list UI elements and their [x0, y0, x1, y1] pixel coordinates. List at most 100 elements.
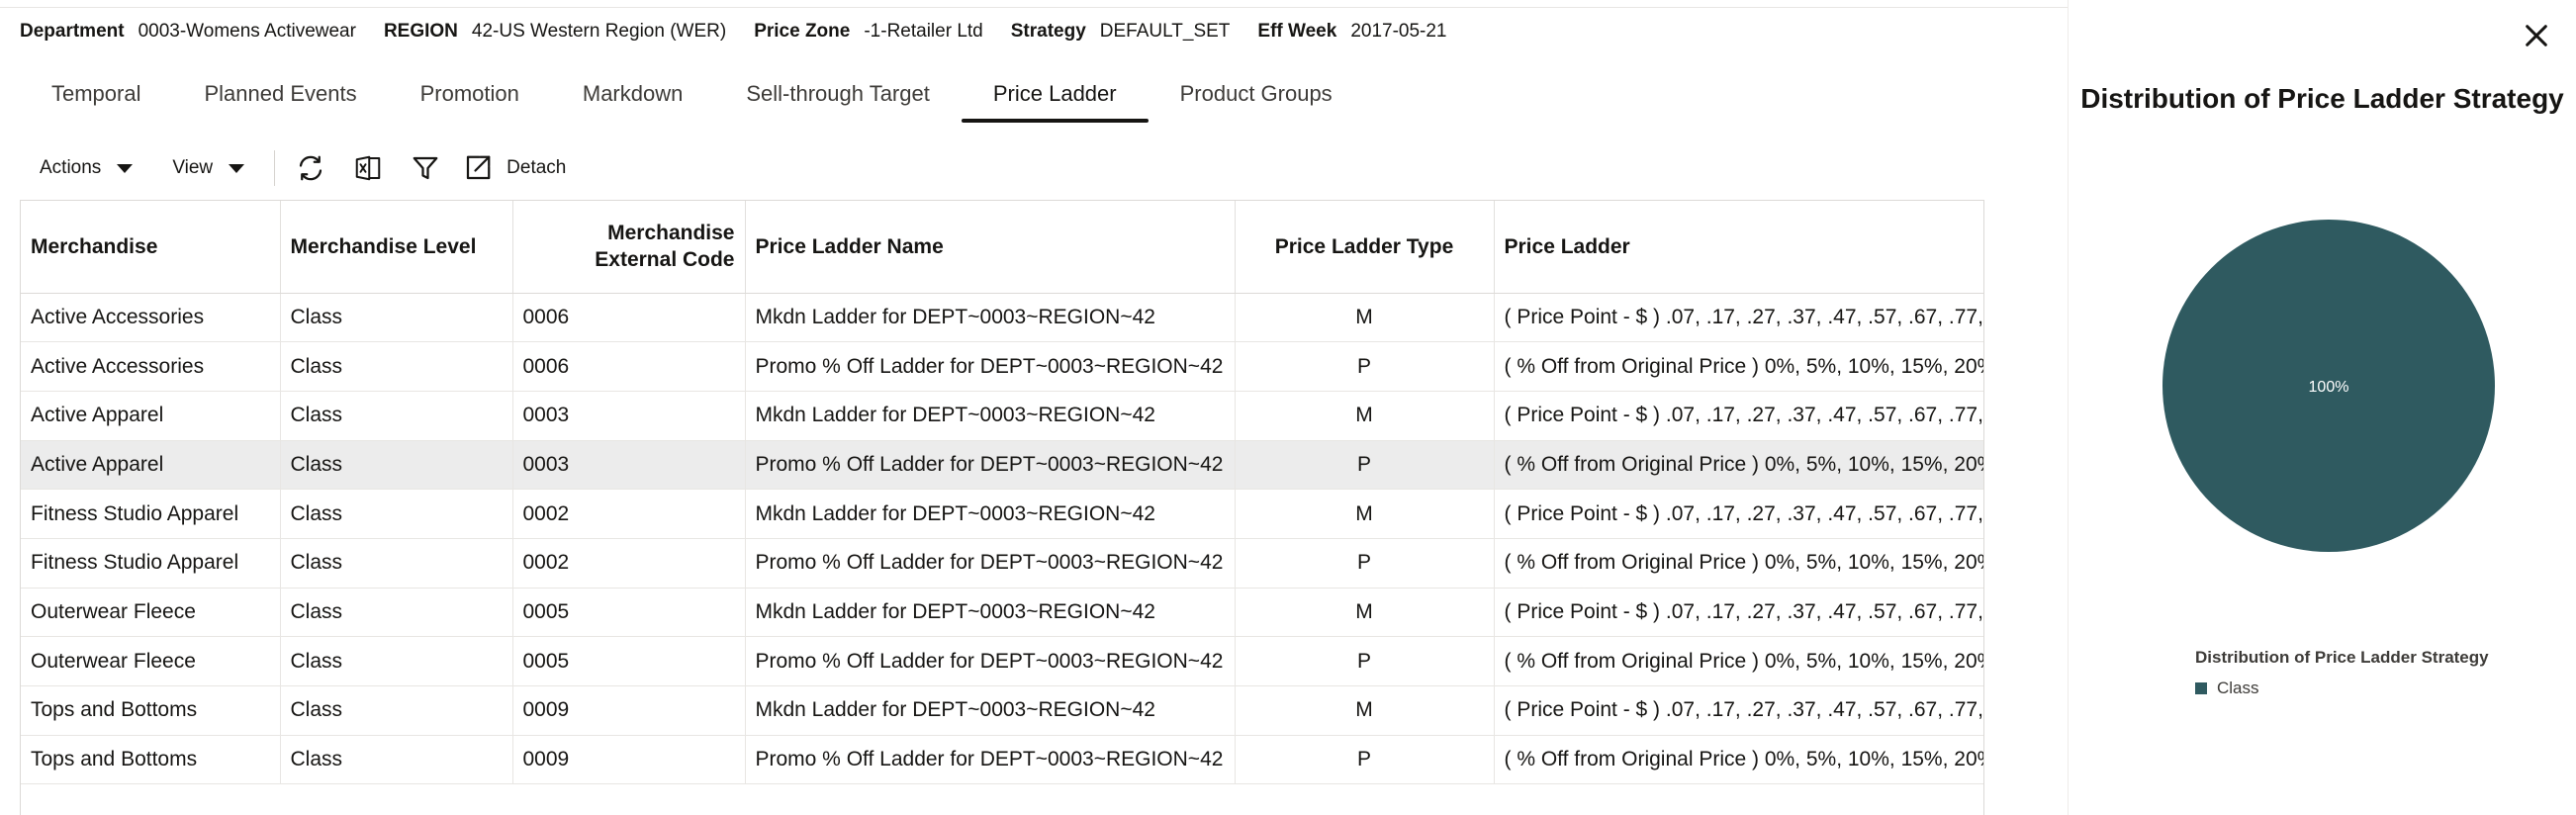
cell-merchandise-level: Class	[280, 489, 513, 539]
table-row[interactable]: Active Accessories Class 0006 Mkdn Ladder f…	[21, 293, 1983, 343]
table-row[interactable]: Active Apparel Class 0003 Mkdn Ladder for D…	[21, 391, 1983, 441]
cell-external-code: 0005	[512, 636, 746, 686]
cell-price-ladder-name: Mkdn Ladder for DEPT~0003~REGION~42	[745, 489, 1236, 539]
cell-price-ladder-type: P	[1235, 735, 1495, 785]
column-header-merchandise[interactable]: Merchandise	[21, 201, 281, 294]
cell-merchandise: Outerwear Fleece	[21, 588, 281, 638]
detach-button[interactable]: Detach	[463, 153, 566, 183]
toolbar-divider	[274, 150, 276, 186]
cell-price-ladder: ( % Off from Original Price ) 0%, 5%, 10…	[1494, 440, 1983, 491]
cell-price-ladder-name: Promo % Off Ladder for DEPT~0003~REGION~…	[745, 440, 1236, 491]
detach-label: Detach	[506, 157, 567, 178]
header-divider	[0, 0, 2068, 8]
legend-item[interactable]: Class	[2195, 679, 2259, 698]
cell-merchandise: Fitness Studio Apparel	[21, 489, 281, 539]
context-label-price-zone: Price Zone	[754, 21, 851, 42]
tab-planned-events[interactable]: Planned Events	[172, 69, 388, 123]
cell-price-ladder-type: M	[1235, 391, 1495, 441]
actions-menu-button[interactable]: Actions	[20, 146, 152, 190]
view-menu-button[interactable]: View	[152, 146, 264, 190]
context-value-eff-week: 2017-05-21	[1350, 21, 1447, 42]
column-header-merchandise-level[interactable]: Merchandise Level	[280, 201, 513, 294]
close-icon[interactable]	[2521, 20, 2552, 51]
tab-promotion[interactable]: Promotion	[389, 69, 551, 123]
table-row[interactable]: Fitness Studio Apparel Class 0002 Promo % O…	[21, 538, 1983, 589]
tab-temporal[interactable]: Temporal	[20, 69, 172, 123]
cell-price-ladder-type: P	[1235, 538, 1495, 589]
cell-external-code: 0009	[512, 685, 746, 736]
pie-chart: 100%	[2162, 220, 2495, 552]
cell-merchandise-level: Class	[280, 341, 513, 392]
cell-merchandise: Fitness Studio Apparel	[21, 538, 281, 589]
context-value-department: 0003-Womens Activewear	[138, 21, 356, 42]
tab-price-ladder[interactable]: Price Ladder	[961, 69, 1149, 123]
cell-external-code: 0009	[512, 735, 746, 785]
tab-markdown[interactable]: Markdown	[551, 69, 714, 123]
cell-price-ladder-type: P	[1235, 440, 1495, 491]
table-row[interactable]: Active Apparel Class 0003 Promo % Off Ladde…	[21, 440, 1983, 491]
table-row[interactable]: Active Accessories Class 0006 Promo % Off L…	[21, 341, 1983, 392]
chevron-down-icon	[117, 163, 134, 173]
cell-price-ladder-name: Mkdn Ladder for DEPT~0003~REGION~42	[745, 685, 1236, 736]
cell-external-code: 0006	[512, 341, 746, 392]
cell-merchandise-level: Class	[280, 636, 513, 686]
column-header-price-ladder-name[interactable]: Price Ladder Name	[745, 201, 1236, 294]
cell-price-ladder: ( Price Point - $ ) .07, .17, .27, .37, …	[1494, 391, 1983, 441]
table-row[interactable]: Tops and Bottoms Class 0009 Mkdn Ladder for…	[21, 685, 1983, 736]
context-value-price-zone: -1-Retailer Ltd	[864, 21, 983, 42]
cell-external-code: 0003	[512, 391, 746, 441]
context-bar: Department 0003-Womens Activewear REGION…	[20, 19, 1475, 45]
tab-sell-through-target[interactable]: Sell-through Target	[714, 69, 962, 123]
column-header-price-ladder-type[interactable]: Price Ladder Type	[1235, 201, 1495, 294]
cell-price-ladder-type: M	[1235, 588, 1495, 638]
cell-price-ladder-name: Promo % Off Ladder for DEPT~0003~REGION~…	[745, 341, 1236, 392]
legend-title: Distribution of Price Ladder Strategy	[2195, 648, 2489, 667]
cell-price-ladder: ( Price Point - $ ) .07, .17, .27, .37, …	[1494, 489, 1983, 539]
chevron-down-icon	[229, 163, 245, 173]
main-content: Department 0003-Womens Activewear REGION…	[0, 0, 2068, 815]
table-row[interactable]: Outerwear Fleece Class 0005 Promo % Off Lad…	[21, 636, 1983, 686]
cell-price-ladder: ( % Off from Original Price ) 0%, 5%, 10…	[1494, 636, 1983, 686]
cell-price-ladder: ( Price Point - $ ) .07, .17, .27, .37, …	[1494, 588, 1983, 638]
context-value-region: 42-US Western Region (WER)	[471, 21, 727, 42]
refresh-icon	[300, 155, 322, 181]
tab-product-groups[interactable]: Product Groups	[1149, 69, 1364, 123]
table-row[interactable]: Outerwear Fleece Class 0005 Mkdn Ladder for…	[21, 588, 1983, 638]
export-excel-icon	[355, 155, 381, 181]
toolbar: Actions View Detach	[20, 146, 566, 190]
cell-external-code: 0003	[512, 440, 746, 491]
context-label-region: REGION	[383, 21, 458, 42]
refresh-button[interactable]	[289, 146, 332, 190]
context-label-department: Department	[20, 21, 125, 42]
filter-button[interactable]	[404, 146, 447, 190]
table-row[interactable]: Tops and Bottoms Class 0009 Promo % Off Lad…	[21, 735, 1983, 785]
cell-price-ladder: ( Price Point - $ ) .07, .17, .27, .37, …	[1494, 685, 1983, 736]
cell-merchandise: Tops and Bottoms	[21, 685, 281, 736]
table-header-row: Merchandise Merchandise Level Merchandis…	[21, 201, 1983, 294]
cell-price-ladder-name: Mkdn Ladder for DEPT~0003~REGION~42	[745, 391, 1236, 441]
cell-external-code: 0002	[512, 489, 746, 539]
panel-title: Distribution of Price Ladder Strategy	[2080, 83, 2564, 114]
cell-merchandise: Active Apparel	[21, 440, 281, 491]
cell-external-code: 0006	[512, 293, 746, 343]
context-label-eff-week: Eff Week	[1257, 21, 1337, 42]
pie-slice-data-label: 100%	[2309, 379, 2349, 396]
actions-label: Actions	[40, 157, 102, 178]
cell-merchandise: Tops and Bottoms	[21, 735, 281, 785]
price-ladder-table: Merchandise Merchandise Level Merchandis…	[20, 200, 1984, 815]
column-header-merchandise-external-code[interactable]: Merchandise External Code	[512, 201, 746, 294]
cell-price-ladder-type: M	[1235, 685, 1495, 736]
cell-price-ladder-type: P	[1235, 341, 1495, 392]
context-value-strategy: DEFAULT_SET	[1099, 21, 1231, 42]
context-label-strategy: Strategy	[1010, 21, 1086, 42]
cell-external-code: 0002	[512, 538, 746, 589]
cell-price-ladder-name: Promo % Off Ladder for DEPT~0003~REGION~…	[745, 538, 1236, 589]
cell-price-ladder-name: Mkdn Ladder for DEPT~0003~REGION~42	[745, 293, 1236, 343]
cell-price-ladder: ( Price Point - $ ) .07, .17, .27, .37, …	[1494, 293, 1983, 343]
distribution-panel: Distribution of Price Ladder Strategy 10…	[2068, 0, 2576, 815]
export-excel-button[interactable]	[346, 146, 390, 190]
column-header-price-ladder[interactable]: Price Ladder	[1494, 201, 1983, 294]
legend-swatch	[2195, 682, 2207, 694]
cell-price-ladder-name: Promo % Off Ladder for DEPT~0003~REGION~…	[745, 735, 1236, 785]
table-row[interactable]: Fitness Studio Apparel Class 0002 Mkdn Ladd…	[21, 489, 1983, 539]
